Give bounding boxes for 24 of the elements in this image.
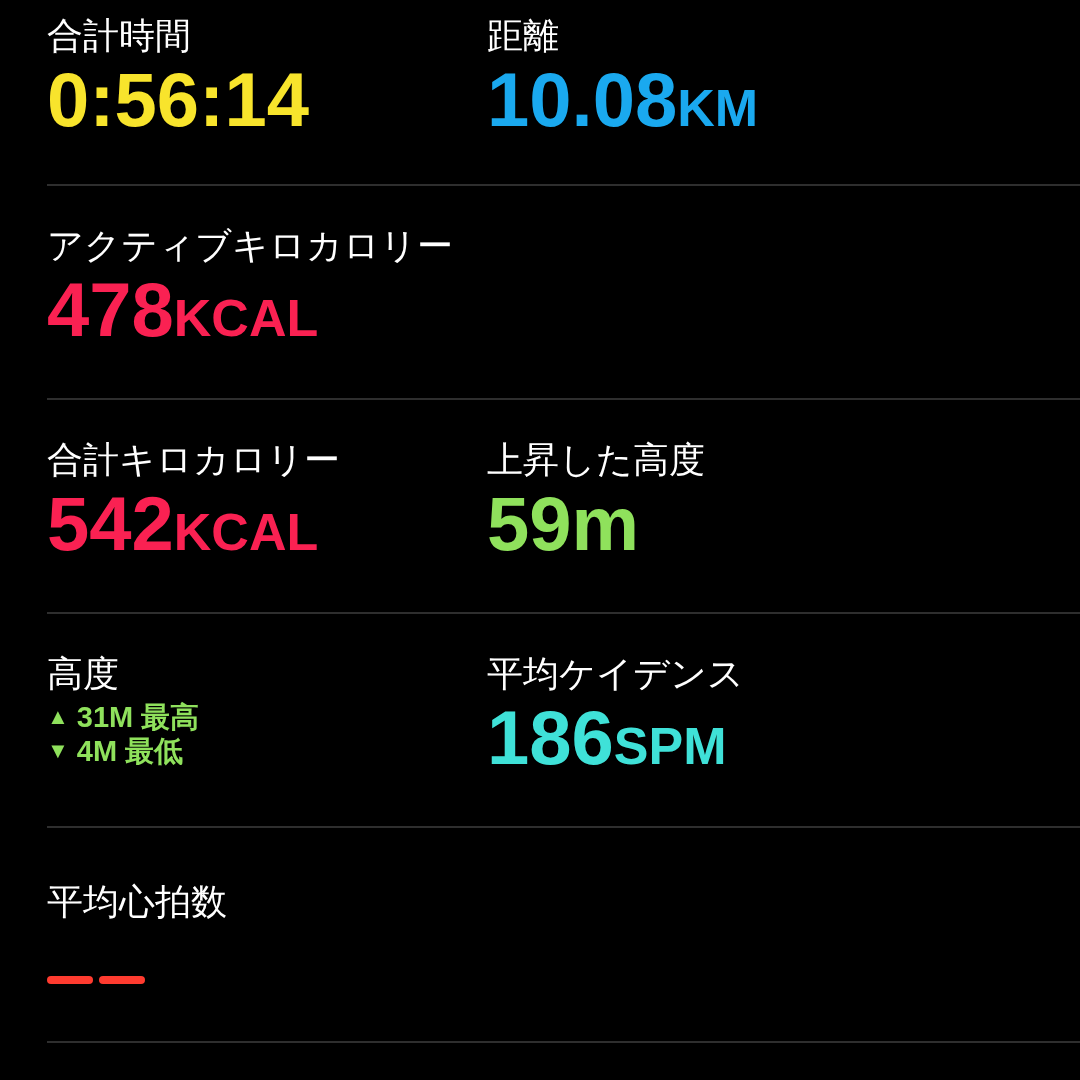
metric-value: 478 xyxy=(47,268,174,352)
arrow-icon: ▲ xyxy=(47,700,69,734)
metric-value: 186 xyxy=(487,696,614,780)
metric-label: 高度 xyxy=(47,652,120,696)
metric-value: 10.08 xyxy=(487,58,678,142)
altitude-value: 31M xyxy=(76,700,134,734)
metric-value: 59m xyxy=(487,482,640,566)
metric-unit: KCAL xyxy=(173,288,319,348)
metric-unit: KCAL xyxy=(173,502,319,562)
metric-unit: SPM xyxy=(613,716,727,776)
arrow-icon: ▼ xyxy=(47,734,69,768)
altitude-caption: 最低 xyxy=(125,734,184,768)
metric-label: 合計時間 xyxy=(47,14,192,58)
metric-value: 542 xyxy=(47,482,174,566)
metric-label: 距離 xyxy=(487,14,560,58)
metric-label: 合計キロカロリー xyxy=(47,438,341,482)
metric-unit: KM xyxy=(677,78,759,138)
metric-value: 0:56:14 xyxy=(47,58,309,142)
metric-label: 平均心拍数 xyxy=(47,880,228,924)
metric-label: アクティブキロカロリー xyxy=(47,224,454,268)
metric-label: 平均ケイデンス xyxy=(487,652,745,696)
altitude-value: 4M xyxy=(76,734,118,768)
metric-label: 上昇した高度 xyxy=(487,438,706,482)
altitude-caption: 最高 xyxy=(141,700,200,734)
